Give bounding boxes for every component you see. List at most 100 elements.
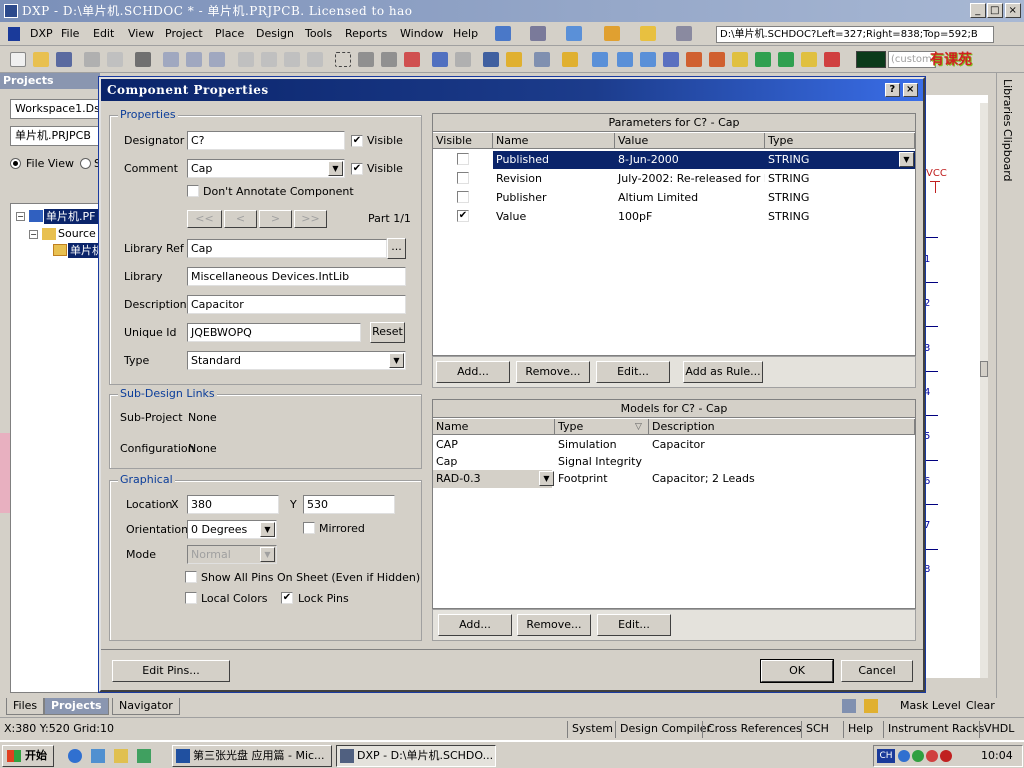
status-vhdl[interactable]: VHDL (979, 721, 1018, 738)
move-icon[interactable] (358, 52, 374, 67)
grid-icon[interactable] (676, 26, 692, 41)
library-ref-input[interactable]: Cap (187, 239, 387, 258)
tray-icon[interactable] (926, 750, 938, 762)
model-col-description[interactable]: Description (649, 419, 915, 435)
menu-place[interactable]: Place (215, 27, 244, 40)
cross-probe-icon[interactable] (506, 52, 522, 67)
prev-part-button[interactable]: < (224, 210, 257, 228)
tab-projects[interactable]: Projects (44, 698, 109, 715)
task-dxp[interactable]: DXP - D:\单片机.SCHDO... (336, 745, 496, 767)
status-help[interactable]: Help (843, 721, 877, 738)
chevron-down-icon[interactable]: ▼ (899, 152, 914, 167)
bus-tool-icon[interactable] (530, 26, 546, 41)
menu-edit[interactable]: Edit (93, 27, 114, 40)
menu-reports[interactable]: Reports (345, 27, 387, 40)
port-icon[interactable] (801, 52, 817, 67)
lock-pins-checkbox[interactable]: ✔ (281, 592, 293, 604)
designator-input[interactable]: C? (187, 131, 345, 150)
param-visible-checkbox[interactable] (457, 191, 469, 203)
tree-item-schematic[interactable]: 单片机 (68, 243, 101, 258)
menu-tools[interactable]: Tools (305, 27, 332, 40)
status-instrument-racks[interactable]: Instrument Racks (883, 721, 988, 738)
model-remove-button[interactable]: Remove... (517, 614, 591, 636)
select-all-icon[interactable] (381, 52, 397, 67)
tray-icon[interactable] (912, 750, 924, 762)
file-view-radio[interactable] (10, 158, 21, 169)
chevron-down-icon[interactable]: ▼ (389, 353, 404, 368)
maximize-button[interactable]: □ (987, 3, 1003, 18)
libraries-tab[interactable]: Libraries (1001, 79, 1014, 127)
print-icon[interactable] (84, 52, 100, 67)
help-icon[interactable] (562, 52, 578, 67)
no-erc-icon[interactable] (824, 52, 840, 67)
model-name[interactable]: RAD-0.3 (433, 470, 552, 488)
table-row[interactable]: Cap Signal Integrity (433, 453, 915, 470)
power-port-icon[interactable] (566, 26, 582, 41)
dont-annotate-checkbox[interactable] (187, 185, 199, 197)
minimize-button[interactable]: _ (970, 3, 986, 18)
orientation-select[interactable]: 0 Degrees ▼ (187, 520, 277, 539)
table-row[interactable]: Publisher Altium Limited STRING (433, 189, 915, 207)
menu-project[interactable]: Project (165, 27, 203, 40)
param-visible-checkbox[interactable] (457, 153, 469, 165)
gnd-port-icon[interactable] (686, 52, 702, 67)
deselect-icon[interactable] (404, 52, 420, 67)
menu-file[interactable]: File (61, 27, 79, 40)
document-path-field[interactable]: D:\单片机.SCHDOC?Left=327;Right=838;Top=592… (716, 26, 994, 43)
color-swatch[interactable] (856, 51, 886, 68)
paste-icon[interactable] (284, 52, 300, 67)
bus-icon[interactable] (617, 52, 633, 67)
model-edit-button[interactable]: Edit... (597, 614, 671, 636)
browse-library-icon[interactable] (534, 52, 550, 67)
tab-navigator[interactable]: Navigator (112, 698, 180, 715)
port-tool-icon[interactable] (640, 26, 656, 41)
hierarchy-icon[interactable] (483, 52, 499, 67)
start-button[interactable]: 开始 (2, 745, 54, 767)
vcc-port-icon[interactable] (709, 52, 725, 67)
place-part-icon[interactable] (732, 52, 748, 67)
select-area-icon[interactable] (335, 52, 351, 67)
param-col-name[interactable]: Name (493, 133, 615, 149)
tree-collapse-icon[interactable]: − (29, 230, 38, 239)
bus-entry-icon[interactable] (640, 52, 656, 67)
reset-button[interactable]: Reset (370, 322, 405, 343)
tray-icon[interactable] (898, 750, 910, 762)
quicklaunch-icon[interactable] (137, 749, 151, 763)
wire-tool-icon[interactable] (495, 26, 511, 41)
table-row[interactable]: ✔ Value 100pF STRING (433, 208, 915, 226)
clear-button[interactable]: Clear (966, 699, 995, 712)
undo-icon[interactable] (432, 52, 448, 67)
print-preview-icon[interactable] (107, 52, 123, 67)
ie-icon[interactable] (68, 749, 82, 763)
comment-select[interactable]: Cap ▼ (187, 159, 345, 178)
ok-button[interactable]: OK (760, 659, 834, 683)
mask-icon[interactable] (864, 699, 878, 713)
net-label-icon[interactable] (663, 52, 679, 67)
param-col-value[interactable]: Value (615, 133, 765, 149)
model-add-button[interactable]: Add... (438, 614, 512, 636)
param-add-button[interactable]: Add... (436, 361, 510, 383)
open-project-icon[interactable] (135, 52, 151, 67)
wire-icon[interactable] (592, 52, 608, 67)
param-col-visible[interactable]: Visible (433, 133, 493, 149)
cut-icon[interactable] (238, 52, 254, 67)
tree-item-project[interactable]: 单片机.PF (44, 209, 101, 224)
status-sch[interactable]: SCH (801, 721, 833, 738)
location-x-input[interactable]: 380 (187, 495, 279, 514)
menu-view[interactable]: View (128, 27, 154, 40)
last-part-button[interactable]: >> (294, 210, 327, 228)
close-icon[interactable]: × (903, 83, 918, 97)
clipboard-tab[interactable]: Clipboard (1001, 129, 1014, 182)
type-select[interactable]: Standard ▼ (187, 351, 406, 370)
zoom-selected-icon[interactable] (186, 52, 202, 67)
open-folder-icon[interactable] (33, 52, 49, 67)
table-row[interactable]: Revision July-2002: Re-released for DXP … (433, 170, 915, 188)
model-col-name[interactable]: Name (433, 419, 555, 435)
table-row[interactable]: CAP Simulation Capacitor (433, 436, 915, 453)
redo-icon[interactable] (455, 52, 471, 67)
chevron-down-icon[interactable]: ▼ (539, 471, 554, 486)
zoom-area-icon[interactable] (163, 52, 179, 67)
sort-filter-icon[interactable]: ▽ (635, 422, 642, 432)
param-add-as-rule-button[interactable]: Add as Rule... (683, 361, 763, 383)
part-tool-icon[interactable] (604, 26, 620, 41)
